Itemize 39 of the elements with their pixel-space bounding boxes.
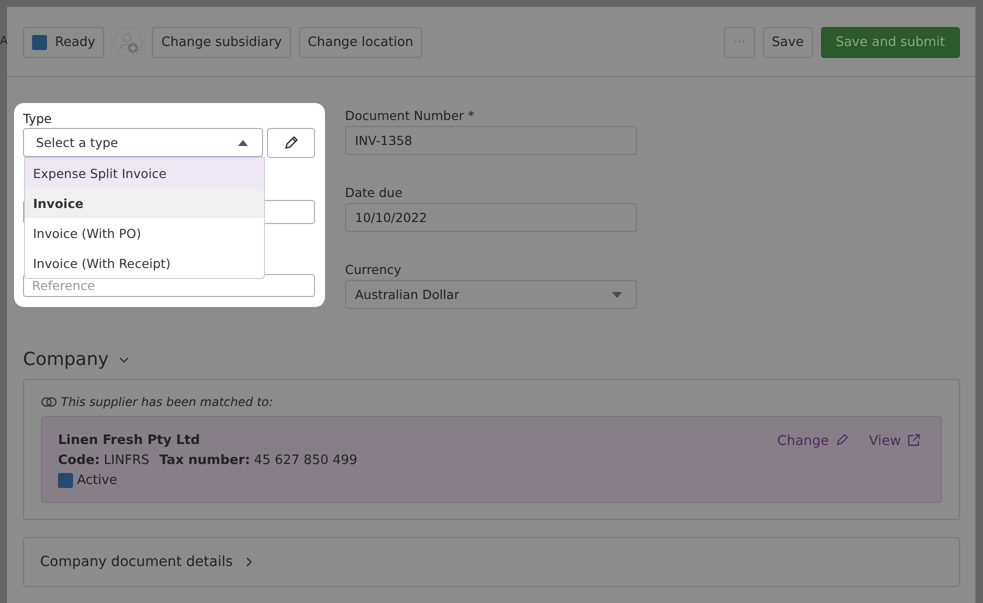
tax-number: 45 627 850 499	[254, 453, 358, 468]
edge-text: A	[0, 34, 8, 47]
details-section[interactable]: Company document details	[23, 537, 960, 587]
document-number-field[interactable]: INV-1358	[345, 126, 637, 155]
dropdown-option[interactable]: Invoice	[25, 188, 264, 218]
dropdown-option[interactable]: Expense Split Invoice	[25, 158, 264, 188]
status-icon	[58, 473, 73, 488]
caret-icon	[612, 292, 622, 298]
save-button[interactable]: Save	[762, 26, 813, 58]
field-label: Date due	[345, 185, 404, 200]
currency-select[interactable]: Australian Dollar	[345, 280, 637, 309]
field-label: Tax number:	[159, 453, 250, 468]
field-label: Document Number *	[345, 108, 476, 123]
toolbar-button[interactable]: Change location	[298, 26, 422, 58]
pencil-icon	[283, 135, 299, 151]
supplier-status: Active	[77, 473, 118, 488]
pencil-icon	[834, 433, 849, 447]
field-label: Currency	[345, 262, 402, 277]
supplier-link[interactable]: View	[868, 433, 901, 449]
chevron-icon[interactable]	[118, 356, 129, 362]
edit-button[interactable]	[267, 128, 315, 158]
type-select[interactable]: Select a type	[23, 128, 263, 157]
link-icon	[41, 397, 57, 407]
submit-button[interactable]: Save and submit	[820, 26, 960, 58]
date-field[interactable]: 10/10/2022	[345, 203, 637, 232]
field-label: Type	[23, 111, 53, 126]
toolbar-button[interactable]: Change subsidiary	[152, 26, 291, 58]
section-title[interactable]: Company document details	[40, 554, 233, 570]
supplier-link[interactable]: Change	[777, 433, 829, 449]
supplier-name: Linen Fresh Pty Ltd	[58, 433, 201, 448]
status-icon	[32, 34, 47, 50]
section-title[interactable]: Company	[23, 349, 109, 370]
match-note: This supplier has been matched to:	[61, 395, 273, 409]
external-link-icon	[907, 433, 921, 447]
supplier-code: LINFRS	[104, 453, 150, 468]
field-label: Code:	[58, 453, 100, 468]
status-button[interactable]: Ready	[23, 26, 104, 58]
caret-icon	[238, 140, 248, 146]
dropdown-option[interactable]: Invoice (With PO)	[25, 218, 264, 248]
